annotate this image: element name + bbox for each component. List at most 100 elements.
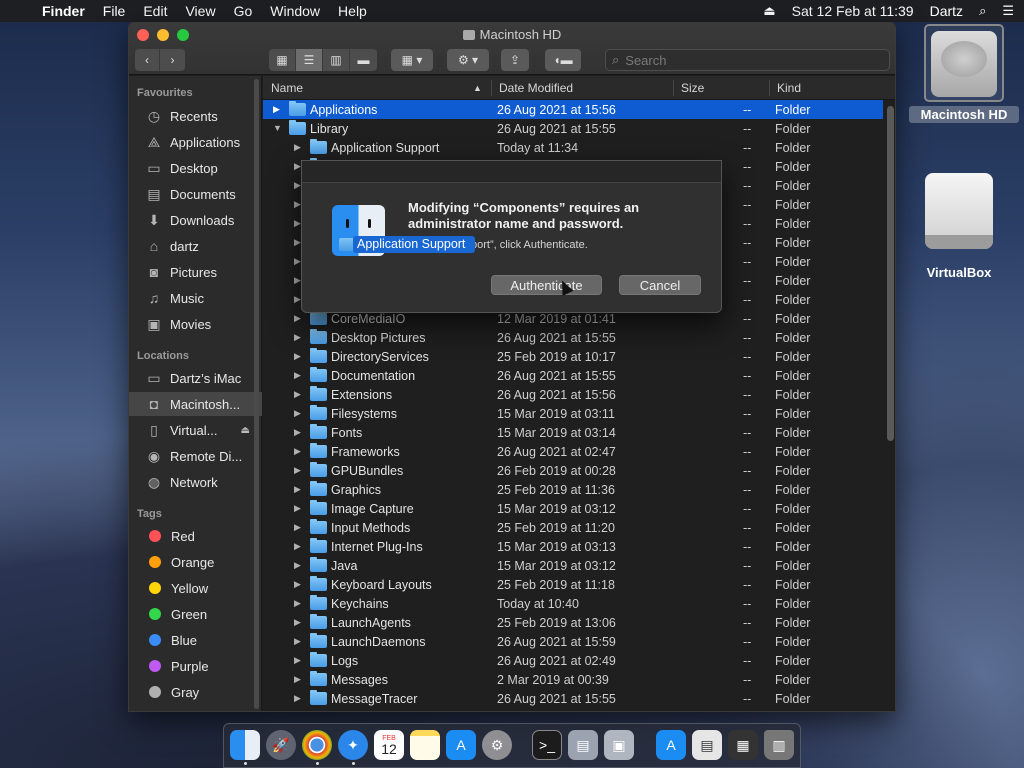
disclosure-closed-icon[interactable]: ▶ [294,579,301,590]
system-preferences-icon[interactable]: ⚙ [482,730,512,760]
app-store-icon[interactable]: A [656,730,686,760]
disclosure-open-icon[interactable]: ▼ [273,123,282,133]
sidebar-tag-gray[interactable]: Gray [129,680,262,704]
sidebar-item-music[interactable]: ♫ Music [129,286,262,310]
sidebar-item-movies[interactable]: ▣ Movies [129,312,262,336]
table-row[interactable]: ▶ Applications 26 Aug 2021 at 15:56 -- Folde… [263,100,883,119]
disclosure-closed-icon[interactable]: ▶ [294,541,301,552]
table-row[interactable]: ▶ Keychains Today at 10:40 -- Folder [263,594,883,613]
disclosure-closed-icon[interactable]: ▶ [294,598,301,609]
eject-icon[interactable]: ⏏ [241,425,250,436]
table-row[interactable]: ▶ Image Capture 15 Mar 2019 at 03:12 -- Fold… [263,499,883,518]
table-row[interactable]: ▶ Logs 26 Aug 2021 at 02:49 -- Folder [263,651,883,670]
table-row[interactable]: ▶ Extensions 26 Aug 2021 at 15:56 -- Folder [263,385,883,404]
app-store-icon[interactable]: A [446,730,476,760]
disclosure-closed-icon[interactable]: ▶ [294,332,301,343]
icon-view-button[interactable]: ▦ [269,49,296,71]
group-by-button[interactable]: ▦ ▾ [391,49,433,71]
sidebar-tag-green[interactable]: Green [129,602,262,626]
disclosure-closed-icon[interactable]: ▶ [294,389,301,400]
table-row[interactable]: ▶ MessageTracer 26 Aug 2021 at 15:55 -- Fold… [263,689,883,708]
finder-dock-icon[interactable] [230,730,260,760]
table-row[interactable]: ▶ Application Support Today at 11:34 -- Fold… [263,138,883,157]
table-row[interactable]: ▶ Messages 2 Mar 2019 at 00:39 -- Folder [263,670,883,689]
column-header-kind[interactable]: Kind [777,81,801,95]
table-row[interactable]: ▶ Desktop Pictures 26 Aug 2021 at 15:55 -- F… [263,328,883,347]
sidebar-item-virtualbox[interactable]: ▯ Virtual... ⏏ [129,418,262,442]
table-row[interactable]: ▶ Graphics 25 Feb 2019 at 11:36 -- Folder [263,480,883,499]
disclosure-closed-icon[interactable]: ▶ [294,446,301,457]
authenticate-button[interactable]: Authenticate [491,275,602,295]
table-row[interactable]: ▶ Filesystems 15 Mar 2019 at 03:11 -- Folder [263,404,883,423]
sidebar-tag-blue[interactable]: Blue [129,628,262,652]
sidebar-item-documents[interactable]: ▤ Documents [129,182,262,206]
table-row[interactable]: ▶ Keyboard Layouts 25 Feb 2019 at 11:18 -- F… [263,575,883,594]
disclosure-closed-icon[interactable]: ▶ [294,560,301,571]
chrome-icon[interactable] [302,730,332,760]
spotlight-icon[interactable]: ⌕ [979,3,986,19]
search-input[interactable] [625,52,866,68]
sidebar-item-remote-disc[interactable]: ◉ Remote Di... [129,444,262,468]
list-view-button[interactable]: ☰ [296,49,323,71]
sidebar-item-downloads[interactable]: ⬇ Downloads [129,208,262,232]
desktop-icon-virtualbox[interactable]: VirtualBox [919,173,999,280]
disclosure-closed-icon[interactable]: ▶ [294,465,301,476]
disclosure-closed-icon[interactable]: ▶ [294,408,301,419]
documents-stack-icon[interactable]: ▤ [692,730,722,760]
table-row[interactable]: ▶ Input Methods 25 Feb 2019 at 11:20 -- Fold… [263,518,883,537]
column-header-size[interactable]: Size [681,81,704,95]
sidebar-item-network[interactable]: ◍ Network [129,470,262,494]
disclosure-closed-icon[interactable]: ▶ [294,351,301,362]
downloads-stack-icon[interactable]: ▦ [728,730,758,760]
trash-icon[interactable]: ▥ [764,730,794,760]
sidebar-item-desktop[interactable]: ▭ Desktop [129,156,262,180]
disclosure-closed-icon[interactable]: ▶ [294,313,301,324]
table-row[interactable]: ▶ Fonts 15 Mar 2019 at 03:14 -- Folder [263,423,883,442]
sidebar-item-applications[interactable]: ⟁ Applications [129,130,262,154]
disclosure-closed-icon[interactable]: ▶ [294,617,301,628]
notes-icon[interactable] [410,730,440,760]
disclosure-closed-icon[interactable]: ▶ [294,427,301,438]
preview-icon[interactable]: ▣ [604,730,634,760]
launchpad-icon[interactable]: 🚀 [266,730,296,760]
calendar-icon[interactable]: FEB 12 [374,730,404,760]
disclosure-closed-icon[interactable]: ▶ [294,256,301,267]
sidebar-item-recents[interactable]: ◷ Recents [129,104,262,128]
menu-edit[interactable]: Edit [143,3,167,19]
table-row[interactable]: ▶ Internet Plug-Ins 15 Mar 2019 at 03:13 --… [263,537,883,556]
menu-user[interactable]: Dartz [930,3,963,19]
table-row[interactable]: ▶ LaunchDaemons 26 Aug 2021 at 15:59 -- Fold… [263,632,883,651]
disclosure-closed-icon[interactable]: ▶ [294,218,301,229]
table-row[interactable]: ▼ Library 26 Aug 2021 at 15:55 -- Folder [263,119,883,138]
menu-clock[interactable]: Sat 12 Feb at 11:39 [792,3,914,19]
table-row[interactable]: ▶ LaunchAgents 25 Feb 2019 at 13:06 -- Folde… [263,613,883,632]
sidebar-tag-purple[interactable]: Purple [129,654,262,678]
action-gear-button[interactable]: ⚙ ▾ [447,49,489,71]
eject-icon[interactable]: ⏏ [763,3,775,19]
disclosure-closed-icon[interactable]: ▶ [273,104,280,115]
menu-window[interactable]: Window [270,3,320,19]
table-row[interactable]: ▶ Java 15 Mar 2019 at 03:12 -- Folder [263,556,883,575]
menu-app-name[interactable]: Finder [42,3,85,19]
disclosure-closed-icon[interactable]: ▶ [294,294,301,305]
menu-help[interactable]: Help [338,3,367,19]
sidebar-item-pictures[interactable]: ◙ Pictures [129,260,262,284]
edit-tags-button[interactable]: ◖▬ [545,49,581,71]
disclosure-closed-icon[interactable]: ▶ [294,370,301,381]
installer-icon[interactable]: ▤ [568,730,598,760]
notification-center-icon[interactable]: ☰ [1002,3,1014,19]
gallery-view-button[interactable]: ▬ [350,49,377,71]
back-button[interactable]: ‹ [135,49,161,71]
sidebar-tag-yellow[interactable]: Yellow [129,576,262,600]
disclosure-closed-icon[interactable]: ▶ [294,161,301,172]
table-row[interactable]: ▶ DirectoryServices 25 Feb 2019 at 10:17 --… [263,347,883,366]
sidebar-item-home[interactable]: ⌂ dartz [129,234,262,258]
disclosure-closed-icon[interactable]: ▶ [294,636,301,647]
column-header-name[interactable]: Name [271,81,303,95]
disclosure-closed-icon[interactable]: ▶ [294,275,301,286]
disclosure-closed-icon[interactable]: ▶ [294,237,301,248]
share-button[interactable]: ⇪ [501,49,529,71]
disclosure-closed-icon[interactable]: ▶ [294,503,301,514]
disclosure-closed-icon[interactable]: ▶ [294,484,301,495]
disclosure-closed-icon[interactable]: ▶ [294,655,301,666]
